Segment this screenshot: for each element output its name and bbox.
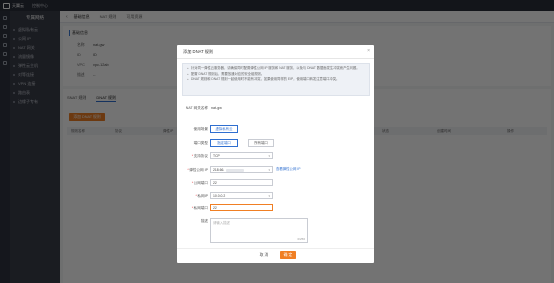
public-port-label: 公网端口 <box>193 181 208 185</box>
chevron-down-icon: ▾ <box>268 168 270 172</box>
notice-box: 针对同一弹性云服务器，请确保同时配置弹性公网 IP 服务和 NAT 服务，以免与… <box>182 63 370 96</box>
cancel-button[interactable]: 取 消 <box>255 251 273 259</box>
private-port-label: 私网端口 <box>193 206 208 210</box>
scene-label: 使用场景 <box>193 127 208 131</box>
divider <box>177 58 374 59</box>
view-eip-link[interactable]: 查看弹性公网 IP <box>276 166 301 173</box>
confirm-button[interactable]: 确 定 <box>280 251 296 259</box>
chevron-down-icon: ▾ <box>268 154 270 158</box>
row-private-ip: *私网IP 10.0.0.2 ▾ <box>177 192 374 200</box>
row-eip: *弹性公网 IP 218.66. ▾ 查看弹性公网 IP <box>187 166 301 173</box>
private-ip-label: 私网IP <box>197 194 208 198</box>
description-textarea[interactable]: 请输入描述 0/256 <box>210 218 308 243</box>
private-ip-select[interactable]: 10.0.0.2 ▾ <box>210 192 273 199</box>
dialog-title: 添加 DNAT 规则 <box>183 49 214 54</box>
protocol-label: 支持协议 <box>193 154 208 158</box>
add-dnat-dialog: 添加 DNAT 规则 × 针对同一弹性云服务器，请确保同时配置弹性公网 IP 服… <box>177 45 374 263</box>
row-private-port: *私网端口 22 <box>177 204 374 212</box>
row-public-port: *公网端口 22 <box>177 179 374 187</box>
redacted-ip <box>226 168 245 172</box>
protocol-select[interactable]: TCP ▾ <box>210 152 273 159</box>
private-port-input[interactable]: 22 <box>210 204 273 211</box>
row-scene: 使用场景 虚拟私有云 <box>177 125 374 133</box>
gateway-label: NAT 网关名称 <box>185 106 208 110</box>
close-icon[interactable]: × <box>367 48 370 54</box>
public-port-value: 22 <box>213 181 217 185</box>
eip-label: 弹性公网 IP <box>189 168 208 172</box>
private-port-value: 22 <box>213 206 217 210</box>
desc-placeholder: 请输入描述 <box>213 221 230 225</box>
row-port-type: 端口类型 指定端口 所有端口 <box>177 139 374 147</box>
chevron-down-icon: ▾ <box>268 194 270 198</box>
row-protocol: *支持协议 TCP ▾ <box>177 152 374 160</box>
row-gateway: NAT 网关名称 nat-gw <box>177 104 374 112</box>
desc-label: 描述 <box>200 219 208 223</box>
port-type-specific[interactable]: 指定端口 <box>210 139 238 147</box>
eip-select[interactable]: 218.66. ▾ <box>210 166 273 173</box>
gateway-value: nat-gw <box>211 106 222 110</box>
port-type-label: 端口类型 <box>193 141 208 145</box>
notice-line: DNAT 规则和 DNAT 规则一起使用时不能有冲突，如果使用同样的 EIP，使… <box>187 77 365 83</box>
port-type-all[interactable]: 所有端口 <box>248 139 274 147</box>
eip-value: 218.66. <box>213 168 225 172</box>
private-ip-value: 10.0.0.2 <box>213 194 226 198</box>
scene-vpc-option[interactable]: 虚拟私有云 <box>210 125 238 133</box>
protocol-value: TCP <box>213 154 220 158</box>
divider <box>177 248 374 249</box>
char-counter: 0/256 <box>297 237 305 241</box>
public-port-input[interactable]: 22 <box>210 179 273 186</box>
